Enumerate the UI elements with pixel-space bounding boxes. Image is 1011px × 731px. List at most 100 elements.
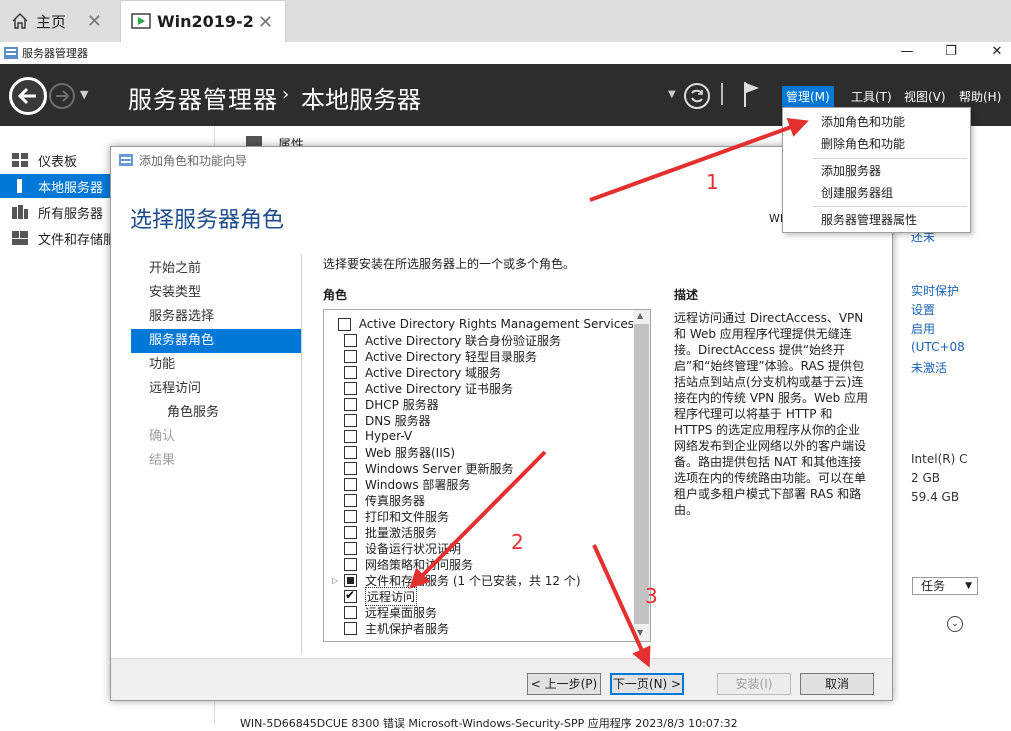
sidebar-item-label: 所有服务器 xyxy=(38,206,104,222)
role-item[interactable]: Active Directory 域服务 xyxy=(324,364,634,380)
role-item[interactable]: Hyper-V xyxy=(324,428,634,444)
expand-circle-icon[interactable]: ⌄ xyxy=(947,616,963,632)
refresh-button[interactable] xyxy=(684,83,710,109)
next-button[interactable]: 下一页(N) > xyxy=(610,673,684,695)
role-checkbox[interactable] xyxy=(344,588,357,603)
menu-item-create-server-group[interactable]: 创建服务器组 xyxy=(783,182,970,204)
menu-view[interactable]: 视图(V) xyxy=(900,86,950,107)
roles-header: 角色 xyxy=(323,288,348,302)
menu-item-properties[interactable]: 服务器管理器属性 xyxy=(783,209,970,231)
property-link[interactable]: (UTC+08 xyxy=(911,340,965,354)
tasks-dropdown[interactable]: 任务 ▼ xyxy=(912,577,978,595)
close-icon[interactable]: ✕ xyxy=(258,12,273,33)
history-dropdown-icon[interactable]: ▼ xyxy=(80,88,88,101)
role-item[interactable]: Active Directory 证书服务 xyxy=(324,380,634,396)
step-installation-type[interactable]: 安装类型 xyxy=(131,281,302,305)
role-item[interactable]: 网络策略和访问服务 xyxy=(324,556,634,572)
role-item[interactable]: Windows Server 更新服务 xyxy=(324,460,634,476)
role-item[interactable]: 主机保护者服务 xyxy=(324,620,634,636)
role-label: Active Directory 联合身份验证服务 xyxy=(365,333,562,348)
annotation-label: 1 xyxy=(706,170,719,194)
menu-manage[interactable]: 管理(M) xyxy=(782,86,834,107)
previous-button[interactable]: < 上一步(P) xyxy=(527,673,601,695)
scroll-down-icon[interactable]: ▼ xyxy=(637,628,643,637)
minimize-button[interactable]: — xyxy=(892,42,922,62)
sidebar-item-file-storage[interactable]: 文件和存储服务 xyxy=(0,226,110,250)
role-checkbox[interactable] xyxy=(344,621,357,635)
role-label: DHCP 服务器 xyxy=(365,397,439,412)
back-button[interactable] xyxy=(9,77,47,115)
tab-win2019[interactable]: Win2019-2 ✕ xyxy=(120,0,286,42)
roles-tree[interactable]: Active Directory Rights Management Servi… xyxy=(323,309,651,642)
role-item[interactable]: Windows 部署服务 xyxy=(324,476,634,492)
role-item[interactable]: Active Directory Rights Management Servi… xyxy=(324,316,634,332)
role-checkbox[interactable] xyxy=(344,461,357,475)
notifications-flag-icon[interactable] xyxy=(742,80,762,108)
step-server-selection[interactable]: 服务器选择 xyxy=(131,305,302,329)
wizard-titlebar: 添加角色和功能向导 xyxy=(111,147,892,173)
role-label: Web 服务器(IIS) xyxy=(365,445,456,460)
role-item[interactable]: Web 服务器(IIS) xyxy=(324,444,634,460)
role-checkbox[interactable] xyxy=(344,349,357,363)
role-item[interactable]: DHCP 服务器 xyxy=(324,396,634,412)
property-link[interactable]: 未激活 xyxy=(911,359,947,376)
role-checkbox[interactable] xyxy=(344,525,357,539)
expand-arrow-icon[interactable]: ▷ xyxy=(332,576,342,585)
role-checkbox[interactable] xyxy=(344,397,357,411)
step-remote-access[interactable]: 远程访问 xyxy=(131,377,302,401)
menu-tools[interactable]: 工具(T) xyxy=(847,86,896,107)
role-checkbox[interactable] xyxy=(337,317,351,331)
role-checkbox[interactable] xyxy=(344,429,357,443)
property-link[interactable]: 启用 xyxy=(911,320,935,337)
cancel-button[interactable]: 取消 xyxy=(800,673,874,695)
role-checkbox[interactable] xyxy=(344,333,357,347)
role-item[interactable]: Active Directory 联合身份验证服务 xyxy=(324,332,634,348)
role-checkbox[interactable] xyxy=(344,605,357,619)
tasks-label: 任务 xyxy=(921,579,946,593)
step-features[interactable]: 功能 xyxy=(131,353,302,377)
forward-button[interactable] xyxy=(49,83,75,109)
close-icon[interactable]: ✕ xyxy=(87,11,102,32)
role-item[interactable]: 远程桌面服务 xyxy=(324,604,634,620)
refresh-dropdown-icon[interactable]: ▼ xyxy=(668,89,676,100)
role-checkbox[interactable] xyxy=(344,445,357,459)
role-item[interactable]: DNS 服务器 xyxy=(324,412,634,428)
role-item[interactable]: 打印和文件服务 xyxy=(324,508,634,524)
role-item-remote-access[interactable]: 远程访问 xyxy=(324,586,634,606)
property-link[interactable]: 实时保护 xyxy=(911,282,959,299)
manage-menu: 添加角色和功能 删除角色和功能 添加服务器 创建服务器组 服务器管理器属性 xyxy=(782,107,971,233)
role-item[interactable]: 批量激活服务 xyxy=(324,524,634,540)
sidebar-item-all-servers[interactable]: 所有服务器 xyxy=(0,200,110,224)
role-checkbox[interactable] xyxy=(344,477,357,491)
maximize-button[interactable]: ❐ xyxy=(936,42,966,62)
scrollbar-thumb[interactable] xyxy=(634,324,649,624)
role-checkbox[interactable] xyxy=(344,381,357,395)
role-item[interactable]: Active Directory 轻型目录服务 xyxy=(324,348,634,364)
scroll-up-icon[interactable]: ▲ xyxy=(637,311,643,320)
role-item[interactable]: 传真服务器 xyxy=(324,492,634,508)
step-server-roles[interactable]: 服务器角色 xyxy=(131,329,302,353)
chevron-down-icon: ▼ xyxy=(965,581,972,591)
role-label: DNS 服务器 xyxy=(365,413,431,428)
sidebar-item-dashboard[interactable]: 仪表板 xyxy=(0,148,110,172)
role-checkbox[interactable] xyxy=(344,557,357,571)
menu-item-add-roles[interactable]: 添加角色和功能 xyxy=(783,111,970,133)
step-role-services[interactable]: 角色服务 xyxy=(131,401,302,425)
role-checkbox[interactable] xyxy=(344,573,357,587)
property-value: 2 GB xyxy=(911,471,940,485)
role-checkbox[interactable] xyxy=(344,493,357,507)
sidebar-item-local-server[interactable]: 本地服务器 xyxy=(0,174,110,198)
menu-item-add-servers[interactable]: 添加服务器 xyxy=(783,160,970,182)
property-link[interactable]: 设置 xyxy=(911,301,935,318)
role-item[interactable]: 设备运行状况证明 xyxy=(324,540,634,556)
role-checkbox[interactable] xyxy=(344,413,357,427)
step-before-you-begin[interactable]: 开始之前 xyxy=(131,257,302,281)
role-label: Active Directory 轻型目录服务 xyxy=(365,349,538,364)
close-window-button[interactable]: ✕ xyxy=(982,42,1011,62)
role-checkbox[interactable] xyxy=(344,541,357,555)
role-checkbox[interactable] xyxy=(344,365,357,379)
tab-home[interactable]: 主页 ✕ xyxy=(0,0,114,42)
menu-help[interactable]: 帮助(H) xyxy=(955,86,1005,107)
role-checkbox[interactable] xyxy=(344,509,357,523)
menu-item-remove-roles[interactable]: 删除角色和功能 xyxy=(783,133,970,155)
